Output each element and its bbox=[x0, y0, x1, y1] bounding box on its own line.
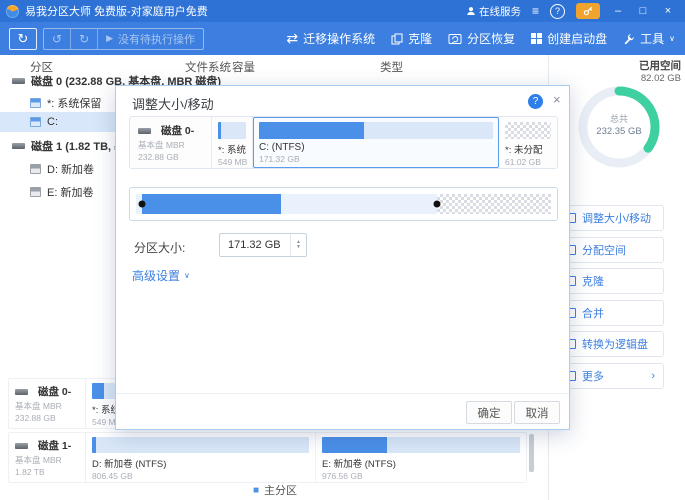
migrate-os-icon: ⇄ bbox=[286, 30, 298, 47]
app-logo-icon bbox=[6, 5, 19, 18]
dialog-segment-system-reserved[interactable]: *: 系统保... 549 MB bbox=[212, 117, 253, 168]
disk-icon bbox=[12, 143, 25, 149]
disk1-partition-d[interactable]: D: 新加卷 (NTFS) 806.45 GB bbox=[86, 433, 316, 482]
partition-icon bbox=[30, 98, 41, 108]
slider-right-handle[interactable] bbox=[433, 201, 440, 208]
legend-primary-partition: ■ 主分区 bbox=[253, 482, 297, 498]
upgrade-button[interactable] bbox=[576, 3, 600, 19]
boot-disk-icon bbox=[531, 33, 542, 44]
dialog-disk-info: 磁盘 0- 基本盘 MBR 232.88 GB bbox=[130, 117, 212, 168]
disk-icon bbox=[12, 78, 25, 84]
disk0-info: 磁盘 0- 基本盘 MBR 232.88 GB bbox=[9, 379, 86, 428]
disk-icon bbox=[138, 128, 151, 134]
disk-map-row-disk1[interactable]: 磁盘 1- 基本盘 MBR 1.82 TB D: 新加卷 (NTFS) 806.… bbox=[8, 432, 527, 483]
panel-button-resize-move[interactable]: 调整大小/移动 bbox=[557, 205, 664, 231]
vertical-scrollbar[interactable] bbox=[529, 434, 534, 472]
redo-button[interactable]: ↻ bbox=[71, 29, 98, 49]
partition-icon bbox=[30, 164, 41, 174]
partition-size-label: 分区大小: bbox=[134, 239, 185, 256]
refresh-button[interactable]: ↻ bbox=[9, 28, 37, 50]
undo-button[interactable]: ↺ bbox=[44, 29, 71, 49]
panel-button-convert-logical[interactable]: 转换为逻辑盘 bbox=[557, 331, 664, 357]
slider-unallocated-area bbox=[437, 194, 551, 214]
migrate-os-button[interactable]: ⇄ 迁移操作系统 bbox=[286, 30, 375, 47]
toolbar: ↻ ↺ ↻ ▶ 没有待执行操作 ⇄ 迁移操作系统 克隆 分区恢复 bbox=[0, 22, 685, 55]
partition-size-field: ▲ ▼ bbox=[219, 233, 307, 257]
chevron-right-icon: › bbox=[651, 370, 655, 382]
pending-operations-group: ↺ ↻ ▶ 没有待执行操作 bbox=[43, 28, 204, 50]
title-bar: 易我分区大师 免费版-对家庭用户免费 在线服务 ≡ ? – □ × bbox=[0, 0, 685, 22]
ok-button[interactable]: 确定 bbox=[466, 401, 512, 424]
donut-center-label: 总共 232.35 GB bbox=[571, 112, 667, 137]
resize-slider[interactable] bbox=[129, 187, 558, 221]
panel-button-clone[interactable]: 克隆 bbox=[557, 268, 664, 294]
partition-size-input[interactable] bbox=[220, 238, 290, 252]
slider-left-handle[interactable] bbox=[139, 201, 146, 208]
legend-square-icon: ■ bbox=[253, 485, 259, 496]
dialog-title: 调整大小/移动 bbox=[132, 94, 214, 113]
menu-icon[interactable]: ≡ bbox=[532, 5, 539, 17]
play-icon: ▶ bbox=[106, 33, 113, 44]
app-window: 易我分区大师 免费版-对家庭用户免费 在线服务 ≡ ? – □ × ↻ ↺ ↻ … bbox=[0, 0, 685, 500]
execute-button[interactable]: ▶ 没有待执行操作 bbox=[98, 29, 203, 49]
close-button[interactable]: × bbox=[661, 5, 675, 17]
create-boot-disk-button[interactable]: 创建启动盘 bbox=[531, 30, 607, 47]
online-service-button[interactable]: 在线服务 bbox=[466, 4, 521, 19]
panel-button-merge[interactable]: 合并 bbox=[557, 300, 664, 326]
clone-button[interactable]: 克隆 bbox=[391, 30, 432, 47]
disk1-partition-e[interactable]: E: 新加卷 (NTFS) 976.56 GB bbox=[316, 433, 526, 482]
size-spinner[interactable]: ▲ ▼ bbox=[290, 234, 306, 256]
partition-icon bbox=[30, 187, 41, 197]
app-title: 易我分区大师 免费版-对家庭用户免费 bbox=[25, 3, 208, 19]
dialog-disk-strip: 磁盘 0- 基本盘 MBR 232.88 GB *: 系统保... 549 MB… bbox=[129, 116, 558, 169]
partition-recovery-button[interactable]: 分区恢复 bbox=[448, 30, 515, 47]
dialog-close-icon[interactable]: × bbox=[553, 92, 561, 107]
slider-used-fill bbox=[142, 194, 281, 214]
disk-icon bbox=[15, 389, 28, 395]
dialog-segment-unallocated[interactable]: *: 未分配 61.02 GB bbox=[499, 117, 557, 168]
resize-move-dialog: 调整大小/移动 ? × 磁盘 0- 基本盘 MBR 232.88 GB *: 系… bbox=[115, 85, 570, 430]
tools-button[interactable]: 工具 ∨ bbox=[623, 30, 675, 47]
minimize-button[interactable]: – bbox=[611, 5, 625, 17]
chevron-down-icon: ∨ bbox=[184, 271, 190, 280]
spinner-down-icon: ▼ bbox=[296, 245, 301, 250]
key-icon bbox=[583, 6, 593, 16]
person-icon bbox=[466, 6, 476, 16]
help-icon[interactable]: ? bbox=[550, 4, 565, 19]
partition-recovery-icon bbox=[448, 33, 462, 45]
tools-caret-icon: ∨ bbox=[669, 34, 675, 43]
disk1-info: 磁盘 1- 基本盘 MBR 1.82 TB bbox=[9, 433, 86, 482]
partition-icon bbox=[30, 117, 41, 127]
advanced-settings-link[interactable]: 高级设置 ∨ bbox=[132, 267, 190, 284]
dialog-segment-c-drive[interactable]: C: (NTFS) 171.32 GB bbox=[253, 117, 499, 168]
panel-button-more[interactable]: 更多 › bbox=[557, 363, 664, 389]
panel-button-allocate-space[interactable]: 分配空间 bbox=[557, 237, 664, 263]
cancel-button[interactable]: 取消 bbox=[514, 401, 560, 424]
disk-usage-donut: 总共 232.35 GB bbox=[571, 79, 667, 175]
maximize-button[interactable]: □ bbox=[636, 5, 650, 17]
clone-icon bbox=[391, 33, 403, 45]
dialog-footer-divider bbox=[116, 393, 569, 394]
disk-icon bbox=[15, 443, 28, 449]
wrench-icon bbox=[623, 33, 635, 45]
slider-track[interactable] bbox=[136, 194, 551, 214]
execute-label: 没有待执行操作 bbox=[118, 31, 195, 47]
dialog-help-icon[interactable]: ? bbox=[528, 94, 543, 109]
